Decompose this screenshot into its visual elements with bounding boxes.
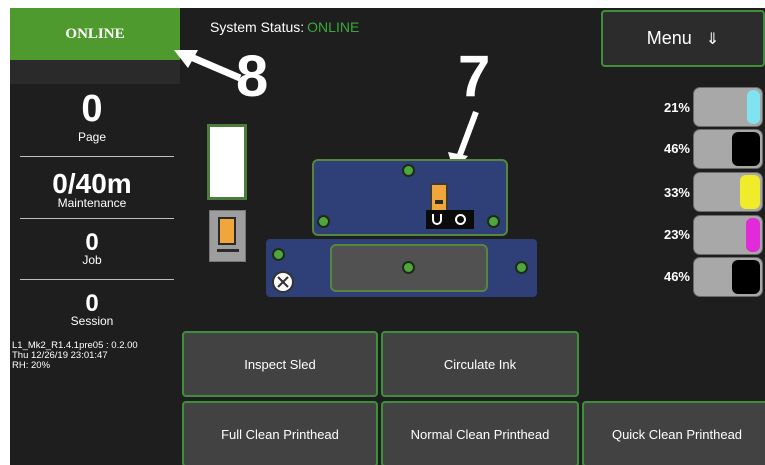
ink-percent-magenta: 23% (663, 227, 690, 242)
cartridge-body (218, 217, 236, 245)
circle-icon (455, 214, 466, 225)
printhead-carriage (426, 210, 474, 229)
quick-clean-printhead-button[interactable]: Quick Clean Printhead (582, 401, 765, 465)
page-count: 0 (81, 88, 103, 130)
arrow-down-icon: ⇓ (705, 30, 720, 48)
humidity: RH: 20% (12, 360, 51, 371)
x-circle-icon[interactable] (272, 271, 294, 293)
menu-label: Menu (646, 28, 692, 48)
ink-fill-cyan (747, 90, 760, 124)
ink-level-yellow (693, 172, 763, 212)
online-button[interactable]: ONLINE (10, 8, 180, 60)
screw-icon (402, 164, 415, 177)
ink-percent-black-2: 46% (663, 269, 690, 284)
maintenance-counter: 0/40m Maintenance (10, 168, 174, 211)
printhead-cartridge[interactable] (426, 183, 474, 229)
inspect-sled-button[interactable]: Inspect Sled (182, 331, 378, 397)
screw-icon (515, 261, 528, 274)
maintenance-label: Maintenance (57, 196, 127, 210)
ink-percent-cyan: 21% (663, 100, 690, 115)
divider (20, 218, 174, 219)
ink-percent-yellow: 33% (663, 185, 690, 200)
ink-fill-yellow (740, 175, 760, 209)
ink-fill-magenta (746, 218, 760, 252)
ink-level-magenta (693, 215, 763, 255)
version-info: L1_Mk2_R1.4.1pre05 : 0.2.00 Thu 12/26/19… (12, 341, 180, 371)
cartridge-window (435, 200, 443, 204)
ink-fill-black-2 (732, 260, 760, 294)
screw-icon (272, 248, 285, 261)
circulate-ink-button[interactable]: Circulate Ink (381, 331, 579, 397)
session-counter: 0 Session (10, 290, 174, 329)
maintenance-count: 0/40m (52, 168, 132, 199)
page-label: Page (77, 130, 107, 144)
ink-level-cyan (693, 87, 763, 127)
full-clean-printhead-button[interactable]: Full Clean Printhead (182, 401, 378, 465)
session-label: Session (70, 314, 114, 328)
ink-level-black-2 (693, 257, 763, 297)
online-button-footer (10, 60, 180, 84)
divider (20, 156, 174, 157)
u-shape-icon (432, 214, 442, 225)
screw-icon (317, 215, 330, 228)
job-count: 0 (85, 229, 99, 256)
annotation-number-7: 7 (458, 44, 491, 109)
job-counter: 0 Job (10, 229, 174, 268)
x-mark-icon (277, 276, 289, 288)
divider (20, 279, 174, 280)
cartridge-icon[interactable] (209, 210, 246, 262)
menu-button[interactable]: Menu ⇓ (601, 10, 765, 67)
ink-percent-black: 46% (663, 141, 690, 156)
printer-control-screen: ONLINE 0 Page 0/40m Maintenance 0 Job 0 … (10, 8, 765, 465)
session-count: 0 (85, 290, 99, 317)
job-label: Job (82, 253, 102, 267)
ink-fill-black (732, 132, 760, 166)
page-counter: 0 Page (10, 90, 174, 144)
screw-icon (487, 215, 500, 228)
system-status: System Status: ONLINE (210, 19, 359, 35)
system-status-label: System Status: (210, 19, 305, 35)
normal-clean-printhead-button[interactable]: Normal Clean Printhead (381, 401, 579, 465)
ink-level-black (693, 129, 763, 169)
annotation-number-8: 8 (236, 44, 269, 109)
system-status-value: ONLINE (307, 19, 360, 35)
paper-indicator (207, 124, 247, 200)
cartridge-stand (217, 249, 239, 252)
screw-icon (402, 261, 415, 274)
